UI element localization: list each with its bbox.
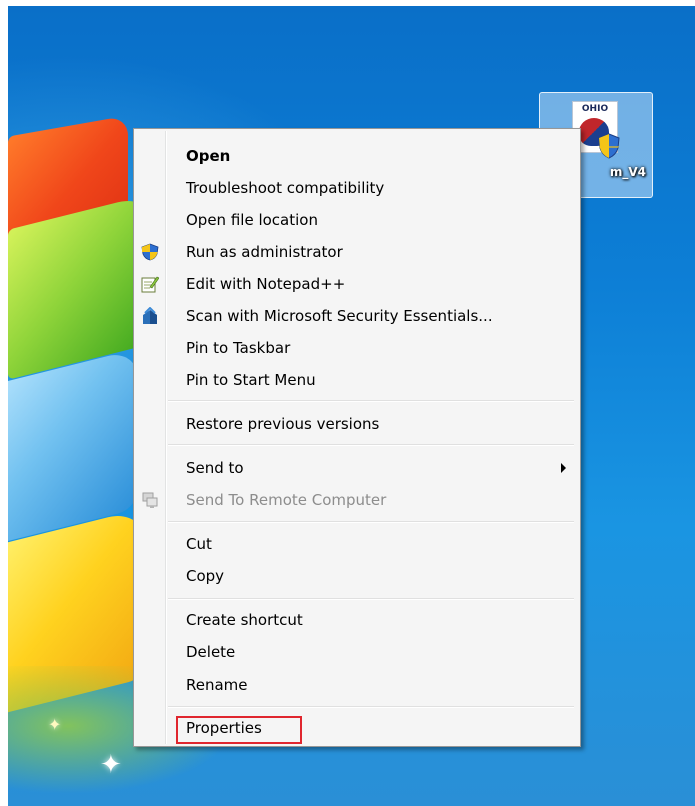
menu-item-scan-with-security-essentials[interactable]: Scan with Microsoft Security Essentials.… [136,301,578,331]
menu-item-label: Pin to Taskbar [186,339,291,357]
menu-item-label: Restore previous versions [186,415,380,433]
menu-item-label: Rename [186,676,248,694]
menu-separator [168,598,574,600]
menu-item-label: Copy [186,567,225,585]
menu-item-troubleshoot-compatibility[interactable]: Troubleshoot compatibility [136,173,578,203]
menu-item-label: Pin to Start Menu [186,371,316,389]
menu-item-label: Send To Remote Computer [186,491,387,509]
submenu-arrow-icon [561,463,566,473]
menu-separator [168,521,574,523]
menu-item-pin-to-start-menu[interactable]: Pin to Start Menu [136,365,578,395]
context-menu: Open Troubleshoot compatibility Open fil… [133,128,581,747]
menu-item-label: Send to [186,459,244,477]
menu-item-open[interactable]: Open [136,141,578,171]
menu-separator [168,444,574,446]
menu-item-label: Create shortcut [186,611,303,629]
menu-item-label: Open file location [186,211,318,229]
menu-item-restore-previous-versions[interactable]: Restore previous versions [136,409,578,439]
menu-item-create-shortcut[interactable]: Create shortcut [136,605,578,635]
menu-item-send-to-remote-computer[interactable]: Send To Remote Computer [136,485,578,515]
ohio-logo-text: OHIO [581,104,609,114]
menu-item-cut[interactable]: Cut [136,529,578,559]
windows-logo-blue-pane [8,348,138,544]
properties-highlight-box [176,716,302,744]
menu-item-run-as-administrator[interactable]: Run as administrator [136,237,578,267]
menu-item-label: Cut [186,535,212,553]
menu-item-delete[interactable]: Delete [136,637,578,667]
wallpaper-sparkle: ✦ [100,750,122,780]
menu-separator [168,400,574,402]
security-essentials-icon [143,307,157,324]
menu-separator [168,706,574,708]
wallpaper-sparkle: ✦ [48,715,62,734]
menu-item-pin-to-taskbar[interactable]: Pin to Taskbar [136,333,578,363]
menu-item-send-to[interactable]: Send to [136,453,578,483]
menu-item-open-file-location[interactable]: Open file location [136,205,578,235]
menu-item-label: Troubleshoot compatibility [186,179,385,197]
menu-item-label: Open [186,147,231,165]
menu-item-label: Delete [186,643,236,661]
menu-item-label: Edit with Notepad++ [186,275,346,293]
notepad-plus-plus-icon [141,276,159,293]
uac-shield-icon [598,133,620,159]
menu-item-label: Run as administrator [186,243,343,261]
menu-item-rename[interactable]: Rename [136,670,578,700]
menu-item-label: Scan with Microsoft Security Essentials.… [186,307,493,325]
menu-item-copy[interactable]: Copy [136,561,578,591]
menu-item-edit-with-notepad-plus-plus[interactable]: Edit with Notepad++ [136,269,578,299]
remote-computer-icon [142,492,158,508]
uac-shield-icon [141,243,159,261]
